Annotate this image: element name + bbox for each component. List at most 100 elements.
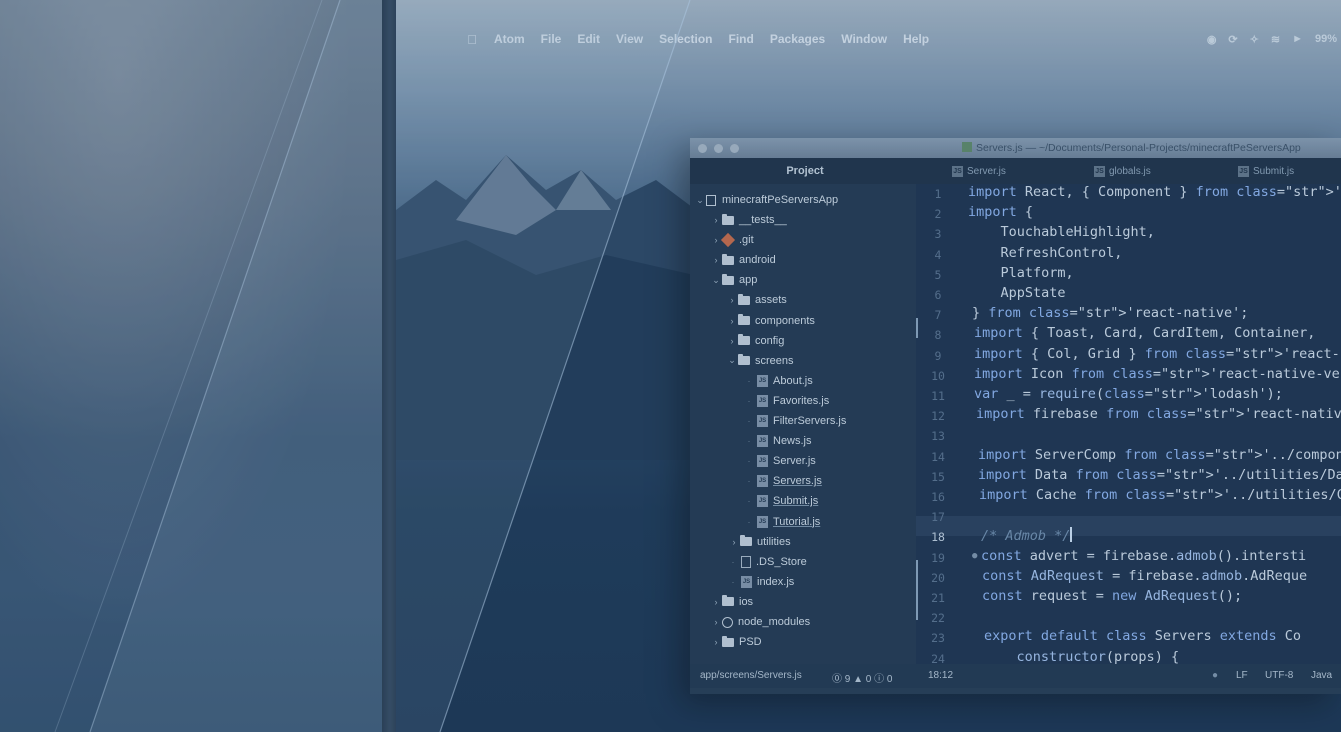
menu-packages[interactable]: Packages (762, 32, 833, 46)
tree-item-config[interactable]: › config (726, 331, 784, 351)
code-line[interactable]: import React, { Component } from class="… (968, 184, 1341, 204)
minimize-window-button[interactable] (714, 143, 723, 153)
apple-icon[interactable]:  (460, 32, 484, 47)
line-number: 3 (934, 227, 942, 242)
tree-item-submit-js[interactable]: · JS Submit.js (744, 491, 818, 511)
menu-help[interactable]: Help (895, 32, 937, 46)
wifi-icon[interactable]: ≋ (1271, 33, 1280, 46)
indent-guide-dot: · (747, 456, 751, 467)
tree-item-utilities[interactable]: › utilities (728, 532, 791, 552)
code-line[interactable]: import firebase from class="str">'react-… (976, 406, 1341, 426)
status-cursor-position[interactable]: 18:12 (928, 670, 953, 681)
code-line[interactable]: AppState (968, 285, 1066, 305)
code-line[interactable]: import { (968, 204, 1033, 224)
tree-item-components[interactable]: › components (726, 311, 815, 331)
code-line[interactable]: Platform, (968, 265, 1074, 285)
tree-item-filterservers-js[interactable]: · JS FilterServers.js (744, 411, 846, 431)
tree-item-git[interactable]: › .git (710, 230, 754, 250)
js-file-icon: JS (952, 165, 963, 177)
project-tree: ⌄ minecraftPeServersApp › __tests__ › .git ›… (690, 184, 916, 664)
document-icon (741, 555, 751, 568)
tree-item-assets[interactable]: › assets (726, 290, 787, 310)
tree-item-label: Server.js (773, 455, 816, 468)
tree-item-tutorial-js[interactable]: · JS Tutorial.js (744, 512, 820, 532)
code-line[interactable]: /* Admob */ (981, 527, 1072, 547)
code-line[interactable]: import { Col, Grid } from class="str">'r… (974, 346, 1341, 366)
code-line[interactable]: constructor(props) { (984, 649, 1180, 664)
file-icon (962, 142, 972, 152)
code-line[interactable]: RefreshControl, (968, 245, 1123, 265)
tree-item-android[interactable]: › android (710, 250, 776, 270)
chevron-right-icon[interactable]: › (710, 617, 722, 627)
code-line[interactable]: const request = new AdRequest(); (982, 588, 1242, 608)
tree-item-node-modules[interactable]: › node_modules (710, 612, 811, 632)
status-line-ending[interactable]: LF (1236, 670, 1248, 681)
chevron-right-icon[interactable]: › (726, 295, 738, 305)
folder-icon (740, 535, 752, 547)
tree-item-index-js[interactable]: · JS index.js (728, 572, 794, 592)
tab-submit-js[interactable]: JS Submit.js (1238, 158, 1294, 184)
code-line[interactable]: import { Toast, Card, CardItem, Containe… (974, 325, 1315, 345)
tree-item-news-js[interactable]: · JS News.js (744, 431, 812, 451)
tree-item-about-js[interactable]: · JS About.js (744, 371, 813, 391)
indent-guide-dot: · (747, 496, 751, 507)
zoom-window-button[interactable] (730, 143, 739, 153)
tree-item-tests[interactable]: › __tests__ (710, 210, 787, 230)
tree-item-ios[interactable]: › ios (710, 592, 753, 612)
js-file-icon: JS (757, 455, 768, 468)
menu-find[interactable]: Find (721, 32, 762, 46)
code-line[interactable]: TouchableHighlight, (968, 224, 1155, 244)
code-line[interactable]: import Data from class="str">'../utiliti… (978, 467, 1341, 487)
code-line[interactable]: import Icon from class="str">'react-nati… (974, 366, 1341, 386)
bluetooth-icon[interactable]: ✧ (1250, 33, 1259, 46)
tree-item-ds-store[interactable]: · .DS_Store (728, 552, 807, 572)
status-diagnostics[interactable]: ⓪ 9 ▲ 0 ⓘ 0 (832, 670, 892, 685)
tree-item-servers-js[interactable]: · JS Servers.js (744, 471, 822, 491)
chevron-down-icon[interactable]: ⌄ (726, 355, 738, 366)
menu-view[interactable]: View (608, 32, 651, 46)
code-line[interactable]: ● const advert = firebase.admob().interst… (972, 548, 1306, 568)
code-line[interactable]: const AdRequest = firebase.admob.AdReque (982, 568, 1307, 588)
chevron-down-icon[interactable]: ⌄ (710, 275, 722, 286)
chevron-right-icon[interactable]: › (710, 255, 722, 265)
code-editor[interactable]: 1 2 3 4 5 6 7 8 9 10 11 12 13 14 15 16 17 18 19 20 21 22 23 24 … (916, 184, 1341, 664)
sync-icon[interactable]: ⟳ (1228, 33, 1237, 46)
tab-project[interactable]: Project (690, 158, 920, 184)
chevron-right-icon[interactable]: › (728, 537, 740, 547)
chevron-right-icon[interactable]: › (726, 316, 738, 326)
code-line[interactable]: } from class="str">'react-native'; (972, 305, 1248, 325)
volume-icon[interactable]: ► (1292, 33, 1303, 45)
tree-item-label: .git (739, 234, 754, 247)
menu-atom[interactable]: Atom (484, 32, 533, 46)
menu-status-area: ◉ ⟳ ✧ ≋ ► 99% (1207, 28, 1341, 50)
close-window-button[interactable] (698, 143, 707, 153)
tree-item-app[interactable]: ⌄ app (710, 270, 757, 290)
battery-percentage[interactable]: 99% (1315, 33, 1337, 45)
code-line[interactable]: import ServerComp from class="str">'../c… (978, 447, 1341, 467)
macos-menu-bar:  Atom File Edit View Selection Find Pac… (452, 28, 1341, 50)
status-file-path[interactable]: app/screens/Servers.js (700, 670, 802, 681)
code-line[interactable]: var _ = require(class="str">'lodash'); (974, 386, 1283, 406)
menu-edit[interactable]: Edit (569, 32, 608, 46)
atom-editor-window: Servers.js — ~/Documents/Personal-Projec… (690, 138, 1341, 694)
tree-item-psd[interactable]: › PSD (710, 632, 762, 652)
tree-item-server-js[interactable]: · JS Server.js (744, 451, 816, 471)
chevron-right-icon[interactable]: › (710, 215, 722, 225)
status-grammar[interactable]: Java (1311, 670, 1332, 681)
code-line[interactable]: import Cache from class="str">'../utilit… (979, 487, 1341, 507)
menu-selection[interactable]: Selection (651, 32, 720, 46)
tree-item-screens[interactable]: ⌄ screens (726, 351, 794, 371)
tab-server-js[interactable]: JS Server.js (952, 158, 1006, 184)
tab-globals-js[interactable]: JS globals.js (1094, 158, 1151, 184)
tree-item-favorites-js[interactable]: · JS Favorites.js (744, 391, 829, 411)
chevron-right-icon[interactable]: › (726, 336, 738, 346)
menu-window[interactable]: Window (833, 32, 895, 46)
code-line[interactable]: export default class Servers extends Co (984, 628, 1301, 648)
tree-root[interactable]: ⌄ minecraftPeServersApp (694, 190, 838, 210)
camera-icon[interactable]: ◉ (1207, 33, 1217, 46)
chevron-right-icon[interactable]: › (710, 637, 722, 647)
menu-file[interactable]: File (533, 32, 570, 46)
chevron-right-icon[interactable]: › (710, 597, 722, 607)
status-encoding[interactable]: UTF-8 (1265, 670, 1293, 681)
window-titlebar[interactable]: Servers.js — ~/Documents/Personal-Projec… (690, 138, 1341, 158)
